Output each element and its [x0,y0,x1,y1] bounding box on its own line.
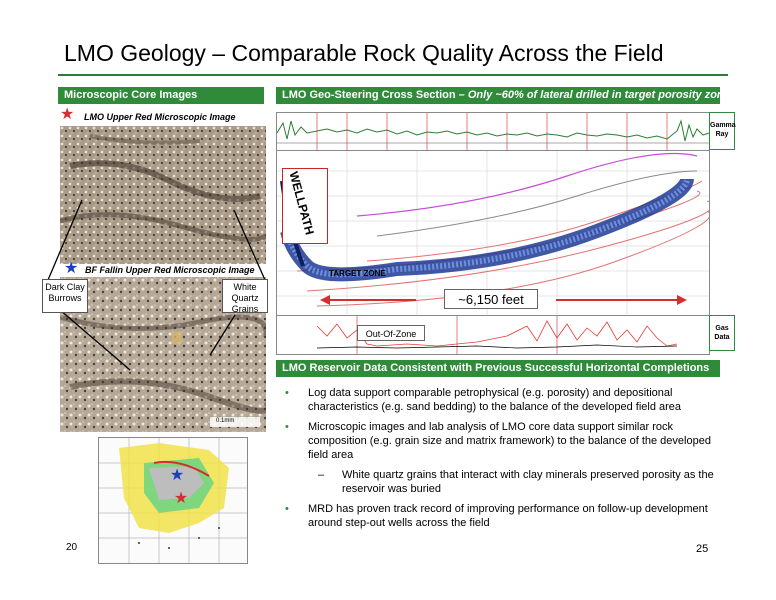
bullet-dot: • [285,503,289,515]
cross-section-header-italic: Only ~60% of lateral drilled in target p… [467,89,730,101]
svg-text:★: ★ [174,488,188,507]
title-divider [58,74,728,76]
field-map: ★ ★ [98,437,248,564]
red-star-icon: ★ [60,106,75,123]
microscopic-header: Microscopic Core Images [58,87,264,104]
cross-section-header-main: LMO Geo-Steering Cross Section – [282,89,468,101]
inset-page-number: 20 [66,542,78,553]
scale-label: 0.1mm [216,418,235,424]
out-of-zone-label: Out-Of-Zone [357,325,425,341]
sub-bullet-dash: – [318,469,325,481]
svg-text:★: ★ [170,465,184,484]
image1-label: LMO Upper Red Microscopic Image [84,112,236,122]
bullet-dot: • [285,387,289,399]
gamma-ray-log [276,112,710,154]
gas-data-log [276,315,710,355]
bullet-3: • MRD has proven track record of improvin… [282,502,722,530]
gamma-ray-label: Gamma Ray [709,112,736,150]
sub-bullet: – White quartz grains that interact with … [282,468,722,496]
sub-bullet-text: White quartz grains that interact with c… [342,469,714,495]
reservoir-header: LMO Reservoir Data Consistent with Previ… [276,360,720,377]
callout-dark-clay: Dark Clay Burrows [42,279,88,313]
cross-section-header: LMO Geo-Steering Cross Section – Only ~6… [276,87,730,104]
bullet-1-text: Log data support comparable petrophysica… [308,387,682,413]
page-number: 25 [696,543,709,555]
bullet-1: • Log data support comparable petrophysic… [282,386,722,414]
bullet-2-text: Microscopic images and lab analysis of L… [308,421,711,461]
bullet-dot: • [285,421,289,433]
bullet-2: • Microscopic images and lab analysis of … [282,420,722,462]
bullet-3-text: MRD has proven track record of improving… [308,503,708,529]
target-zone-label: TARGET ZONE [329,269,386,278]
slide-title: LMO Geology – Comparable Rock Quality Ac… [64,40,664,66]
distance-label: ~6,150 feet [444,289,538,309]
callout-white-quartz: White Quartz Grains [222,279,268,314]
reservoir-bullets: • Log data support comparable petrophysic… [282,386,722,536]
gas-data-label: Gas Data [709,315,735,351]
